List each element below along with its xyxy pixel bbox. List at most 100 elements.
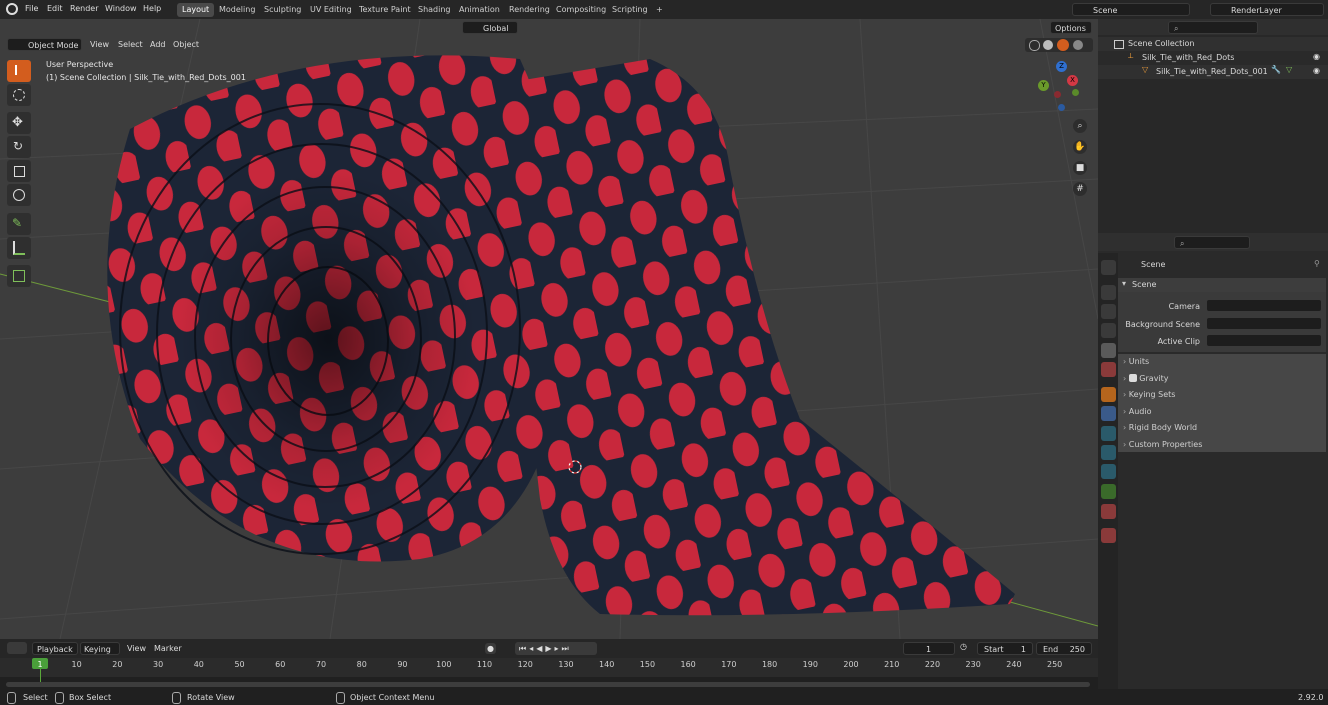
playback-menu[interactable]: Playback bbox=[32, 642, 78, 655]
add-workspace-button[interactable]: + bbox=[651, 3, 668, 17]
tab-animation[interactable]: Animation bbox=[454, 3, 505, 17]
subpanel-audio[interactable]: › Audio bbox=[1118, 404, 1326, 420]
render-tab-icon[interactable] bbox=[1101, 285, 1116, 300]
visibility-eye-icon[interactable]: ◉ bbox=[1313, 52, 1320, 61]
world-tab-icon[interactable] bbox=[1101, 362, 1116, 377]
measure-tool[interactable] bbox=[7, 237, 31, 259]
camera-view-icon[interactable]: ■ bbox=[1073, 161, 1087, 175]
viewport-menu-object[interactable]: Object bbox=[173, 38, 199, 52]
tab-texture-paint[interactable]: Texture Paint bbox=[354, 3, 416, 17]
cursor-tool[interactable] bbox=[7, 84, 31, 106]
scale-tool[interactable] bbox=[7, 160, 31, 182]
rotate-tool[interactable]: ↻ bbox=[7, 136, 31, 158]
viewport-menu-select[interactable]: Select bbox=[118, 38, 143, 52]
gizmo-y-axis[interactable]: Y bbox=[1038, 80, 1049, 91]
start-frame-field[interactable]: Start 1 bbox=[977, 642, 1033, 655]
material-shading-icon[interactable] bbox=[1057, 39, 1069, 51]
wireframe-shading-icon[interactable] bbox=[1029, 40, 1040, 51]
tab-layout[interactable]: Layout bbox=[177, 3, 215, 17]
keying-menu[interactable]: Keying bbox=[80, 642, 120, 655]
tab-rendering[interactable]: Rendering bbox=[504, 3, 555, 17]
gravity-checkbox[interactable] bbox=[1128, 374, 1137, 382]
scene-tab-icon[interactable] bbox=[1101, 343, 1116, 358]
properties-search-input[interactable]: ⌕ bbox=[1174, 236, 1250, 249]
outliner-row-root[interactable]: Scene Collection bbox=[1098, 37, 1328, 51]
zoom-icon[interactable]: ⌕ bbox=[1073, 119, 1087, 133]
gizmo-x-axis[interactable]: X bbox=[1067, 75, 1078, 86]
vertex-data-icon[interactable]: ▽ bbox=[1286, 65, 1292, 74]
gizmo-neg-y[interactable] bbox=[1072, 89, 1079, 96]
view-layer-selector[interactable]: RenderLayer bbox=[1210, 3, 1324, 16]
select-box-tool[interactable] bbox=[7, 60, 31, 82]
mode-selector[interactable]: Object Mode bbox=[7, 38, 82, 51]
tool-tab-icon[interactable] bbox=[1101, 260, 1116, 275]
active-clip-field[interactable] bbox=[1206, 334, 1322, 347]
timeline-marker-menu[interactable]: Marker bbox=[154, 642, 182, 656]
menu-render[interactable]: Render bbox=[70, 4, 98, 13]
annotate-tool[interactable]: ✎ bbox=[7, 213, 31, 235]
transform-orientation[interactable]: Global bbox=[462, 21, 518, 34]
tab-modeling[interactable]: Modeling bbox=[214, 3, 260, 17]
navigation-gizmo[interactable]: Z X Y bbox=[1032, 61, 1084, 113]
camera-field[interactable] bbox=[1206, 299, 1322, 312]
material-tab-icon[interactable] bbox=[1101, 504, 1116, 519]
output-tab-icon[interactable] bbox=[1101, 304, 1116, 319]
menu-window[interactable]: Window bbox=[105, 4, 137, 13]
tab-compositing[interactable]: Compositing bbox=[551, 3, 611, 17]
data-tab-icon[interactable] bbox=[1101, 484, 1116, 499]
end-frame-field[interactable]: End 250 bbox=[1036, 642, 1092, 655]
subpanel-custom-properties[interactable]: › Custom Properties bbox=[1118, 437, 1326, 453]
visibility-eye-icon[interactable]: ◉ bbox=[1313, 66, 1320, 75]
menu-help[interactable]: Help bbox=[143, 4, 161, 13]
solid-shading-icon[interactable] bbox=[1043, 40, 1053, 50]
outliner-search-input[interactable]: ⌕ bbox=[1168, 21, 1258, 34]
subpanel-gravity[interactable]: › Gravity bbox=[1118, 371, 1326, 387]
background-scene-field[interactable] bbox=[1206, 317, 1322, 330]
physics-tab-icon[interactable] bbox=[1101, 445, 1116, 460]
tab-uv-editing[interactable]: UV Editing bbox=[305, 3, 357, 17]
modifier-tab-icon[interactable] bbox=[1101, 406, 1116, 421]
tab-shading[interactable]: Shading bbox=[413, 3, 456, 17]
move-tool[interactable]: ✥ bbox=[7, 112, 31, 134]
perspective-toggle-icon[interactable]: # bbox=[1073, 182, 1087, 196]
current-frame-field[interactable]: 1 bbox=[903, 642, 955, 655]
viewport-menu-view[interactable]: View bbox=[90, 38, 109, 52]
pin-icon[interactable]: ⚲ bbox=[1314, 259, 1320, 268]
outliner-row-empty[interactable]: ⟂ Silk_Tie_with_Red_Dots ◉ bbox=[1098, 51, 1328, 65]
gizmo-z-axis[interactable]: Z bbox=[1056, 61, 1067, 72]
menu-file[interactable]: File bbox=[25, 4, 38, 13]
rendered-shading-icon[interactable] bbox=[1073, 40, 1083, 50]
particles-tab-icon[interactable] bbox=[1101, 426, 1116, 441]
gizmo-neg-z[interactable] bbox=[1058, 104, 1065, 111]
scene-panel-header[interactable]: ▾ Scene bbox=[1118, 278, 1326, 292]
editor-type-icon[interactable] bbox=[7, 642, 27, 654]
view-layer-tab-icon[interactable] bbox=[1101, 323, 1116, 338]
subpanel-rigid-body-world[interactable]: › Rigid Body World bbox=[1118, 420, 1326, 436]
tab-sculpting[interactable]: Sculpting bbox=[259, 3, 306, 17]
menu-edit[interactable]: Edit bbox=[47, 4, 63, 13]
clock-icon[interactable]: ◷ bbox=[960, 642, 972, 654]
3d-viewport[interactable]: Object Mode View Select Add Object Globa… bbox=[0, 19, 1098, 639]
texture-tab-icon[interactable] bbox=[1101, 528, 1116, 543]
viewport-menu-add[interactable]: Add bbox=[150, 38, 166, 52]
modifier-wrench-icon[interactable]: 🔧 bbox=[1271, 65, 1281, 74]
options-button[interactable]: Options bbox=[1050, 21, 1092, 34]
outliner-row-mesh[interactable]: ▽ Silk_Tie_with_Red_Dots_001 🔧 ▽ ◉ bbox=[1098, 65, 1328, 79]
add-cube-tool[interactable] bbox=[7, 265, 31, 287]
scene-selector[interactable]: Scene bbox=[1072, 3, 1190, 16]
transform-tool[interactable] bbox=[7, 184, 31, 206]
properties-context-label: Scene bbox=[1141, 260, 1166, 269]
constraints-tab-icon[interactable] bbox=[1101, 464, 1116, 479]
tab-scripting[interactable]: Scripting bbox=[607, 3, 653, 17]
timeline-view-menu[interactable]: View bbox=[127, 642, 146, 656]
playback-controls[interactable]: ⏮◂◀▶▸⏭ bbox=[515, 642, 597, 655]
gizmo-neg-x[interactable] bbox=[1054, 91, 1061, 98]
subpanel-keying-sets[interactable]: › Keying Sets bbox=[1118, 387, 1326, 403]
pan-hand-icon[interactable]: ✋ bbox=[1073, 140, 1087, 154]
blender-logo-icon[interactable] bbox=[6, 3, 18, 15]
shading-switcher[interactable] bbox=[1025, 38, 1093, 52]
timeline-scrollbar[interactable] bbox=[6, 682, 1090, 687]
object-tab-icon[interactable] bbox=[1101, 387, 1116, 402]
subpanel-units[interactable]: › Units bbox=[1118, 354, 1326, 370]
record-icon[interactable]: ● bbox=[485, 643, 496, 654]
